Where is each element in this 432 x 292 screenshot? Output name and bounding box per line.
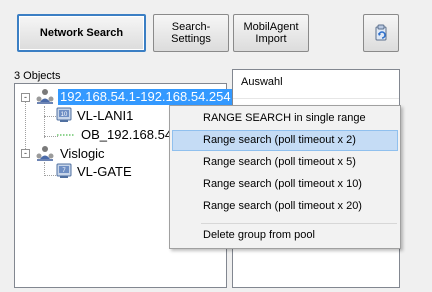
refresh-button[interactable] xyxy=(363,14,399,52)
mobilagent-import-button[interactable]: MobilAgent Import xyxy=(233,14,309,52)
tree-node-range[interactable]: 192.168.54.1-192.168.54.254 xyxy=(35,88,233,106)
menu-separator xyxy=(201,223,397,224)
menu-item-delete-group[interactable]: Delete group from pool xyxy=(172,225,398,246)
tree-expander-vislogic[interactable]: - xyxy=(21,149,30,158)
device-7-icon: 7 xyxy=(56,163,72,182)
menu-item-range-search-x2[interactable]: Range search (poll timeout x 2) xyxy=(172,130,398,151)
tree-node-vl-gate[interactable]: 7 VL-GATE xyxy=(56,163,134,181)
tree-expander-range[interactable]: - xyxy=(21,93,30,102)
svg-text:10: 10 xyxy=(61,112,68,118)
menu-item-range-search-x10[interactable]: Range search (poll timeout x 10) xyxy=(172,174,398,195)
context-menu[interactable]: RANGE SEARCH in single range Range searc… xyxy=(169,105,401,249)
tree-node-ob[interactable]: OB_192.168.54. xyxy=(56,126,178,144)
tree-node-label: Vislogic xyxy=(60,146,105,161)
tree-node-label: 192.168.54.1-192.168.54.254 xyxy=(58,89,233,105)
menu-item-range-search-single[interactable]: RANGE SEARCH in single range xyxy=(172,108,398,129)
refresh-icon xyxy=(375,24,387,41)
network-group-icon xyxy=(35,145,55,164)
network-group-icon xyxy=(35,88,55,107)
device-10-icon: 10 xyxy=(56,107,72,126)
search-settings-button[interactable]: Search- Settings xyxy=(153,14,229,52)
tree-node-label: VL-GATE xyxy=(77,164,132,179)
connector-icon xyxy=(56,126,76,145)
tree-node-vislogic[interactable]: Vislogic xyxy=(35,145,107,163)
objects-count-label: 3 Objects xyxy=(14,70,61,82)
network-search-button[interactable]: Network Search xyxy=(17,14,146,52)
tree-node-label: OB_192.168.54. xyxy=(81,127,176,142)
tree-node-label: VL-LANI1 xyxy=(77,108,134,123)
selection-header: Auswahl xyxy=(241,76,283,88)
tree-node-vl-lani1[interactable]: 10 VL-LANI1 xyxy=(56,107,135,125)
menu-item-range-search-x20[interactable]: Range search (poll timeout x 20) xyxy=(172,196,398,217)
header-divider xyxy=(233,98,399,99)
menu-item-range-search-x5[interactable]: Range search (poll timeout x 5) xyxy=(172,152,398,173)
